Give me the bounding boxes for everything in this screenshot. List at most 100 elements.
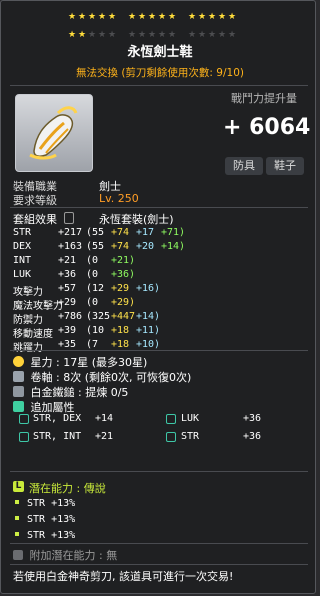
set-effect-value: 永恆套裝(劍士)	[99, 213, 174, 226]
star-icon: ★	[217, 12, 227, 22]
scroll-text: 卷軸 : 8次 (剩餘0次, 可恢復0次)	[30, 371, 192, 384]
stat-total: +786	[58, 311, 83, 322]
stat-flame: +21)	[111, 255, 136, 266]
stat-total: +29	[58, 297, 77, 308]
stat-bonus: +74	[111, 227, 130, 238]
footer-note: 若使用白金神奇剪刀, 該道具可進行一次交易!	[13, 570, 234, 583]
divider	[10, 350, 308, 351]
star-icon: ★	[187, 30, 197, 40]
stat-base: (10	[86, 325, 105, 336]
flame-line-value: +21	[95, 431, 114, 442]
stat-bonus: +74	[111, 241, 130, 252]
flame-line-icon	[19, 414, 29, 424]
stat-bonus: +18	[111, 339, 130, 350]
star-icon: ★	[107, 12, 117, 22]
hammer-line: 白金鐵鎚 : 提煉 0/5	[13, 384, 128, 400]
star-icon: ★	[127, 12, 137, 22]
star-icon: ★	[137, 12, 147, 22]
star-icon: ★	[77, 12, 87, 22]
stat-name: 攻擊力	[13, 287, 43, 298]
stat-bonus: +447	[111, 311, 136, 322]
flame-line-name: STR, INT	[33, 431, 82, 442]
level-label: 要求等級	[13, 194, 57, 207]
stat-name: LUK	[13, 269, 32, 280]
flame-icon	[13, 401, 24, 412]
divider	[10, 85, 308, 86]
stat-base: (0	[86, 255, 99, 266]
stat-base: (7	[86, 339, 99, 350]
divider	[10, 207, 308, 208]
scroll-icon	[13, 371, 24, 382]
star-icon: ★	[197, 30, 207, 40]
flame-line-value: +36	[243, 413, 262, 424]
flame-line-value: +14	[95, 413, 114, 424]
stat-scroll: +14)	[136, 311, 161, 322]
star-icon: ★	[137, 30, 147, 40]
stat-base: (0	[86, 269, 99, 280]
stat-name: DEX	[13, 241, 32, 252]
bonus-potential: 附加潛在能力 : 無	[13, 547, 117, 563]
star-row-2: ★ ★ ★ ★ ★ ★ ★ ★ ★ ★ ★ ★ ★ ★ ★	[67, 29, 247, 40]
stat-bonus: +18	[111, 325, 130, 336]
power-value: + 6064	[223, 115, 311, 140]
stat-base: (55	[86, 241, 105, 252]
info-icon	[63, 212, 74, 224]
potential-header: 潛在能力 : 傳說	[29, 482, 106, 495]
set-effect-label: 套組效果	[13, 211, 74, 227]
star-force-text: 星力 : 17星 (最多30星)	[30, 356, 148, 369]
stat-total: +21	[58, 255, 77, 266]
divider	[10, 564, 308, 565]
stat-name: 跳躍力	[13, 343, 43, 354]
category-type-badge: 防具	[225, 157, 263, 175]
stat-scroll: +11)	[136, 325, 161, 336]
potential-grade-badge: L	[13, 481, 24, 492]
star-icon: ★	[87, 12, 97, 22]
stat-bonus: +29	[111, 283, 130, 294]
star-icon: ★	[67, 30, 77, 40]
star-icon: ★	[67, 12, 77, 22]
trade-restriction: 無法交換 (剪刀剩餘使用次數: 9/10)	[76, 67, 244, 79]
item-icon-frame	[15, 94, 93, 172]
power-label: 戰鬥力提升量	[231, 92, 297, 105]
star-icon: ★	[97, 12, 107, 22]
stat-name: 魔法攻擊力	[13, 301, 63, 312]
star-icon: ★	[227, 30, 237, 40]
star-icon: ★	[87, 30, 97, 40]
star-icon: ★	[187, 12, 197, 22]
stat-total: +36	[58, 269, 77, 280]
scroll-line: 卷軸 : 8次 (剩餘0次, 可恢復0次)	[13, 369, 191, 385]
hammer-icon	[13, 386, 24, 397]
stat-scroll: +20	[136, 241, 155, 252]
stat-scroll: +16)	[136, 283, 161, 294]
bullet-icon	[15, 516, 19, 520]
bullet-icon	[15, 500, 19, 504]
stat-base: (55	[86, 227, 105, 238]
stat-name: INT	[13, 255, 32, 266]
set-label-text: 套組效果	[13, 213, 57, 226]
divider	[10, 543, 308, 544]
potential-line: STR +13%	[15, 498, 75, 509]
star-icon: ★	[217, 30, 227, 40]
potential-line-text: STR +13%	[27, 530, 76, 541]
star-icon: ★	[77, 30, 87, 40]
stat-flame: +71)	[161, 227, 186, 238]
stat-name: 防禦力	[13, 315, 43, 326]
star-icon: ★	[107, 30, 117, 40]
potential-line: STR +13%	[15, 514, 75, 525]
star-icon: ★	[97, 30, 107, 40]
item-tooltip: ★ ★ ★ ★ ★ ★ ★ ★ ★ ★ ★ ★ ★ ★ ★ ★ ★ ★ ★ ★ ★ ★ ★ ★ ★ ★ ★ ★ ★ ★ 永恆劍士鞋 無法…	[0, 0, 316, 594]
divider	[10, 471, 308, 472]
bonus-potential-text: 附加潛在能力 : 無	[29, 549, 118, 562]
flame-line-icon	[166, 432, 176, 442]
stat-base: (12	[86, 283, 105, 294]
star-icon: ★	[207, 30, 217, 40]
category-slot-badge: 鞋子	[266, 157, 304, 175]
potential-line: STR +13%	[15, 530, 75, 541]
flame-line-value: +36	[243, 431, 262, 442]
hammer-text: 白金鐵鎚 : 提煉 0/5	[30, 386, 129, 399]
stat-bonus: +29)	[111, 297, 136, 308]
star-icon: ★	[157, 30, 167, 40]
star-icon: ★	[197, 12, 207, 22]
star-icon: ★	[147, 12, 157, 22]
star-force-line: 星力 : 17星 (最多30星)	[13, 354, 147, 370]
